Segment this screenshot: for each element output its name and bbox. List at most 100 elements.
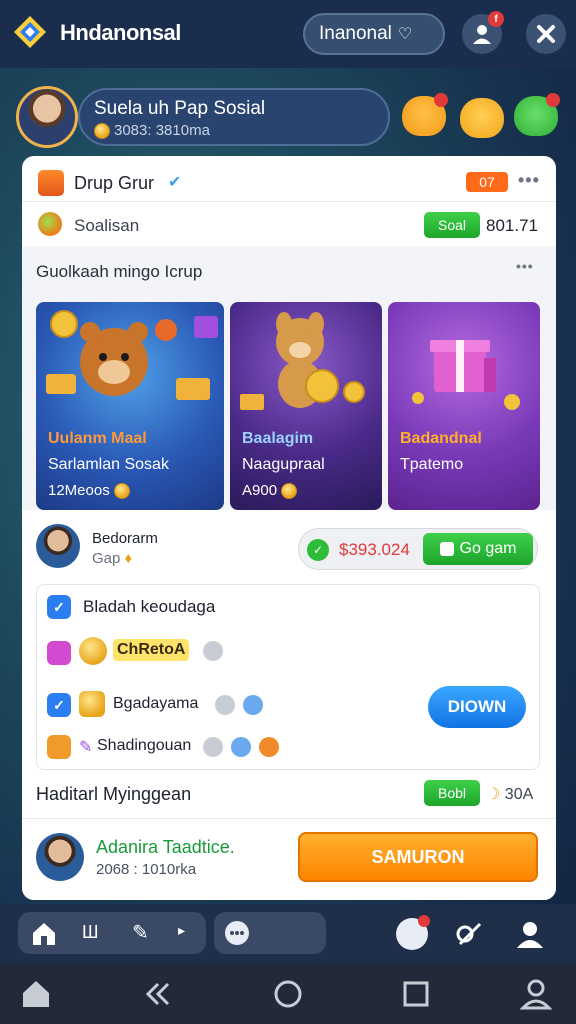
link-icon[interactable]: [454, 918, 486, 950]
profile-button[interactable]: f: [462, 11, 504, 54]
price-value: $393.024: [339, 540, 410, 559]
mascot-badge-icon: [546, 93, 560, 107]
section-more-icon[interactable]: •••: [516, 258, 534, 274]
avatar[interactable]: [16, 86, 78, 148]
user-icon: [473, 25, 491, 44]
medal-icon: ♦: [124, 550, 133, 567]
game-tile-3[interactable]: Badandnal Tpatemo: [388, 302, 540, 510]
tile-1-subtitle: Sarlamlan Sosak: [48, 456, 169, 473]
notification-badge: f: [488, 11, 504, 27]
down-button[interactable]: DIOWN: [428, 686, 526, 728]
price-pill: ✓ $393.024 Go gam: [298, 528, 538, 570]
game-tile-2[interactable]: Baalagim Naagupraal A900: [230, 302, 382, 510]
square-orange-icon: [47, 735, 71, 759]
coin-icon: [79, 691, 105, 717]
tool-group-left: Ш ✎ ▸: [18, 912, 206, 954]
group-tag: 07: [466, 172, 508, 192]
emoji-icon: [215, 695, 235, 715]
toolbar-item-label[interactable]: Ш: [82, 922, 99, 943]
profile-sub: 3083: 3810ma: [94, 122, 210, 139]
square-purple-icon: [47, 641, 71, 665]
search-pill[interactable]: [214, 912, 326, 954]
group-icon: [38, 170, 64, 196]
pen-icon[interactable]: ✎: [132, 920, 149, 945]
list-item[interactable]: ✓ Bgadayama: [47, 689, 347, 721]
list-box: ✓ Bladah keoudaga ChRetoA ✓ Bgadayama ✎ …: [36, 584, 540, 770]
cta-button[interactable]: SAMURON: [298, 832, 538, 882]
profile-name: Suela uh Pap Sosial: [94, 98, 266, 119]
list-item[interactable]: ChRetoA: [47, 635, 347, 675]
mascot-green-icon[interactable]: [514, 93, 560, 136]
moon-icon: ☽: [486, 786, 501, 803]
account-icon[interactable]: [514, 918, 546, 950]
main-card: Drup Grur ✔ 07 ••• Soalisan Soal 801.71 …: [22, 156, 556, 900]
nav-account-icon[interactable]: [520, 978, 552, 1010]
seller-name: Bedorarm: [92, 530, 158, 547]
subtitle-row: Soalisan Soal 801.71: [22, 202, 556, 246]
emoji-icon: [203, 737, 223, 757]
seller-sub: Gap ♦: [92, 550, 133, 567]
region-selector[interactable]: Inanonal ♡: [303, 13, 445, 55]
toolbar: Ш ✎ ▸: [0, 904, 576, 964]
subtitle-icon: [38, 212, 62, 236]
top-bar: Hndanonsal Inanonal ♡ f: [0, 0, 576, 68]
gift-box-icon: [412, 340, 520, 410]
nav-back-icon[interactable]: [142, 978, 174, 1010]
message-button[interactable]: [396, 915, 430, 950]
list-item[interactable]: ✎ Shadingouan: [47, 731, 347, 763]
badge-value: 801.71: [486, 216, 538, 235]
emoji-icon: [259, 737, 279, 757]
footer-value: ☽ 30A: [486, 786, 534, 803]
footer-badge[interactable]: Bobl: [424, 780, 480, 806]
tile-2-title: Baalagim: [242, 430, 314, 447]
mascot-yellow-icon[interactable]: [460, 98, 504, 138]
tile-1-amount: 12Meoos: [48, 482, 130, 499]
bottom-name: Adanira Taadtice.: [96, 837, 235, 857]
bottom-avatar[interactable]: [36, 833, 84, 881]
close-button[interactable]: [526, 14, 566, 54]
go-button[interactable]: Go gam: [423, 533, 533, 565]
home-icon[interactable]: [30, 920, 58, 948]
list-item-label: Shadingouan: [97, 737, 192, 754]
nav-square-icon[interactable]: [400, 978, 432, 1010]
heart-icon: ♡: [397, 26, 413, 43]
nav-circle-icon[interactable]: [272, 978, 304, 1010]
message-badge-icon: [418, 915, 430, 927]
section-title: Guolkaah mingo Icrup: [36, 262, 203, 281]
bottom-strip: Adanira Taadtice. 2068 : 1010rka SAMURON: [22, 818, 556, 900]
coin-icon: [281, 482, 298, 499]
game-tile-1[interactable]: Uulanm Maal Sarlamlan Sosak 12Meoos: [36, 302, 224, 510]
tile-3-title: Badandnal: [400, 430, 482, 447]
bear-mascot-icon: [46, 310, 218, 400]
app-title: Hndanonsal: [60, 20, 181, 45]
system-nav-bar: [0, 964, 576, 1024]
profile-row: Suela uh Pap Sosial 3083: 3810ma: [16, 84, 392, 148]
verified-icon: ✔: [168, 174, 182, 191]
tile-3-subtitle: Tpatemo: [400, 456, 464, 473]
mascot-orange-icon[interactable]: [402, 93, 448, 136]
footer-heading: Haditarl Myinggean: [36, 784, 192, 804]
coin-stack-icon: [79, 637, 107, 665]
region-label: Inanonal: [319, 23, 392, 44]
check-blue-icon: ✓: [47, 595, 71, 619]
nav-home-icon[interactable]: [20, 978, 52, 1010]
seller-avatar[interactable]: [36, 524, 80, 568]
chat-icon: [225, 921, 249, 945]
tile-2-subtitle: Naagupraal: [242, 456, 325, 473]
emoji-icon: [203, 641, 223, 661]
tag-icon: ✎: [79, 739, 93, 756]
tile-1-title: Uulanm Maal: [48, 430, 147, 447]
mascot-badge-icon: [434, 93, 448, 107]
more-icon[interactable]: •••: [518, 170, 540, 191]
list-item-label: ChRetoA: [113, 639, 190, 661]
tile-2-amount: A900: [242, 482, 298, 499]
soal-badge[interactable]: Soal: [424, 212, 480, 238]
subtitle: Soalisan: [74, 216, 140, 235]
wallet-icon: [439, 542, 454, 556]
list-item-label: Bgadayama: [113, 695, 199, 712]
app-logo-icon: [14, 16, 46, 48]
profile-balance: 3083: 3810ma: [114, 122, 210, 139]
group-title: Drup Grur: [74, 173, 155, 193]
arrow-right-icon[interactable]: ▸: [178, 922, 185, 939]
close-icon: [537, 25, 555, 43]
